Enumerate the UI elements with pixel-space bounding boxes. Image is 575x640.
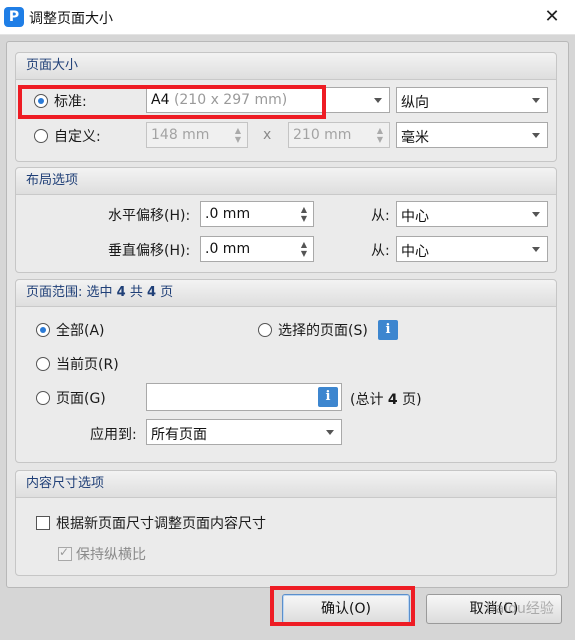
custom-height-value: 210 mm [293,127,352,143]
page-range-label: 页面(G) [56,391,106,407]
page-range-info-button[interactable]: i [318,387,338,407]
page-range-radio[interactable] [36,391,50,405]
info-icon: i [385,322,391,337]
page-range-input[interactable]: i [146,383,342,411]
h-offset-value: .0 mm [205,206,251,222]
h-offset-stepper[interactable]: .0 mm ▲ ▼ [200,201,314,227]
spin-arrows-icon: ▲ ▼ [376,126,384,144]
v-from-select[interactable]: 中心 [396,236,548,262]
orientation-select[interactable]: 纵向 [396,87,548,113]
selected-pages-info-button[interactable]: i [378,320,398,340]
custom-width-stepper[interactable]: 148 mm ▲ ▼ [146,122,248,148]
total-pages-text: (总计 4 页) [350,392,422,408]
chevron-down-icon [374,98,382,103]
keep-ratio-label: 保持纵横比 [76,547,146,563]
all-pages-label: 全部(A) [56,323,105,339]
apply-to-label: 应用到: [90,427,137,443]
h-offset-label: 水平偏移(H): [108,208,191,224]
h-from-label: 从: [371,208,390,224]
selected-pages-label: 选择的页面(S) [278,323,368,339]
chevron-down-icon [326,430,334,435]
times-symbol: x [263,127,272,143]
layout-header: 布局选项 [16,168,556,195]
spin-arrows-icon: ▲ ▼ [300,205,308,223]
resize-content-checkbox[interactable] [36,516,50,530]
spin-arrows-icon: ▲ ▼ [234,126,242,144]
content-panel: 页面大小 标准: A4 (210 x 297 mm) 纵向 自定义: 148 m… [6,41,569,588]
layout-group: 布局选项 水平偏移(H): .0 mm ▲ ▼ 从: 中心 垂直偏移(H): .0… [15,167,557,273]
custom-width-value: 148 mm [151,127,210,143]
h-from-select[interactable]: 中心 [396,201,548,227]
resize-content-label: 根据新页面尺寸调整页面内容尺寸 [56,516,266,532]
highlight-standard-size [18,85,326,119]
app-logo-icon: P [4,7,24,27]
highlight-ok-button [270,586,415,626]
page-range-header: 页面范围: 选中 4 共 4 页 [16,280,556,307]
h-from-value: 中心 [401,209,429,225]
page-range-group: 页面范围: 选中 4 共 4 页 全部(A) 选择的页面(S) i 当前页(R)… [15,279,557,463]
chevron-down-icon [532,247,540,252]
current-page-label: 当前页(R) [56,357,119,373]
dialog-body: 页面大小 标准: A4 (210 x 297 mm) 纵向 自定义: 148 m… [0,35,575,640]
apply-to-select[interactable]: 所有页面 [146,419,342,445]
selected-pages-radio[interactable] [258,323,272,337]
keep-ratio-checkbox[interactable] [58,545,72,561]
content-size-header: 内容尺寸选项 [16,471,556,498]
custom-radio[interactable] [34,129,48,143]
orientation-value: 纵向 [401,95,429,111]
close-button[interactable]: ✕ [529,0,575,34]
title-bar: P 调整页面大小 ✕ [0,0,575,35]
v-offset-value: .0 mm [205,241,251,257]
custom-height-stepper[interactable]: 210 mm ▲ ▼ [288,122,390,148]
window-title: 调整页面大小 [29,11,113,27]
v-offset-label: 垂直偏移(H): [108,243,191,259]
apply-to-value: 所有页面 [151,427,207,443]
page-size-header: 页面大小 [16,53,556,80]
watermark-text: Baidu经验 [486,601,554,617]
v-offset-stepper[interactable]: .0 mm ▲ ▼ [200,236,314,262]
chevron-down-icon [532,212,540,217]
chevron-down-icon [532,133,540,138]
all-pages-radio[interactable] [36,323,50,337]
chevron-down-icon [532,98,540,103]
unit-value: 毫米 [401,130,429,146]
content-size-group: 内容尺寸选项 根据新页面尺寸调整页面内容尺寸 保持纵横比 [15,470,557,576]
info-icon: i [325,389,331,404]
v-from-label: 从: [371,243,390,259]
unit-select[interactable]: 毫米 [396,122,548,148]
custom-label: 自定义: [54,129,101,145]
close-icon: ✕ [544,6,560,27]
v-from-value: 中心 [401,244,429,260]
current-page-radio[interactable] [36,357,50,371]
spin-arrows-icon: ▲ ▼ [300,240,308,258]
